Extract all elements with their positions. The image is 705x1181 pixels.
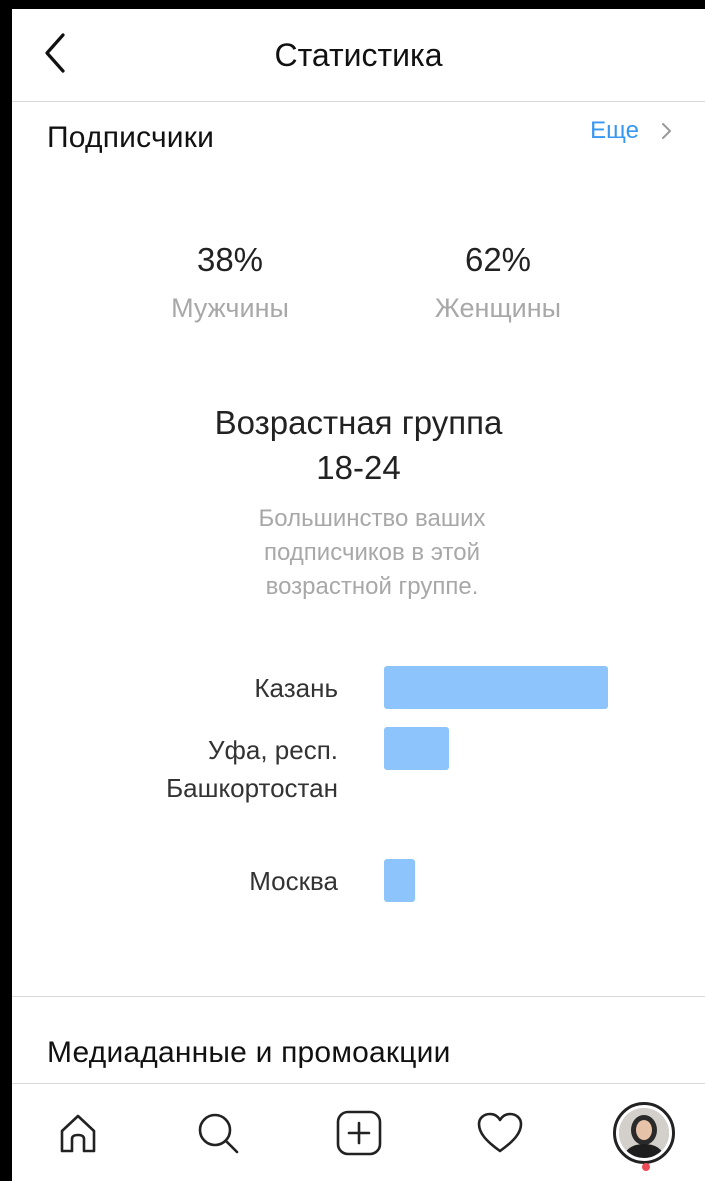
statistics-screen: Статистика Подписчики Еще 38% Мужчины 62…: [12, 9, 705, 1181]
city-label: Уфа, респ. Башкортостан: [166, 735, 338, 803]
gender-women: 62% Женщины: [408, 241, 588, 327]
bottom-tab-bar: [12, 1083, 705, 1181]
tab-activity[interactable]: [460, 1084, 540, 1181]
home-icon: [60, 1114, 96, 1153]
search-icon: [198, 1113, 239, 1154]
city-bar: [384, 859, 415, 902]
men-label: Мужчины: [171, 293, 289, 323]
section-divider: [12, 996, 705, 997]
city-label: Москва: [249, 866, 338, 896]
add-post-icon: [336, 1110, 382, 1156]
gender-men: 38% Мужчины: [140, 241, 320, 327]
age-group-title: Возрастная группа: [214, 404, 503, 441]
more-label: Еще: [590, 117, 639, 144]
city-bar: [384, 666, 608, 709]
page-title: Статистика: [274, 37, 443, 73]
city-label: Казань: [254, 673, 338, 703]
age-group-description: Большинство ваших подписчиков в этой воз…: [258, 505, 486, 600]
tab-home[interactable]: [38, 1084, 118, 1181]
media-section-title[interactable]: Медиаданные и промоакции: [47, 1036, 451, 1070]
women-label: Женщины: [434, 293, 562, 323]
tab-search[interactable]: [178, 1084, 258, 1181]
age-group-value: 18-24: [316, 449, 401, 486]
followers-section-title: Подписчики: [47, 121, 215, 154]
avatar-photo: [619, 1108, 669, 1158]
nav-header: Статистика: [12, 9, 705, 102]
men-percent: 38%: [196, 241, 264, 278]
women-percent: 62%: [464, 241, 532, 278]
notification-dot: [642, 1163, 650, 1171]
profile-avatar: [613, 1102, 675, 1164]
tab-new-post[interactable]: [319, 1084, 399, 1181]
chevron-right-icon: [662, 123, 671, 139]
more-link[interactable]: Еще: [590, 117, 675, 145]
activity-heart-icon: [477, 1112, 523, 1153]
city-bar: [384, 727, 449, 770]
